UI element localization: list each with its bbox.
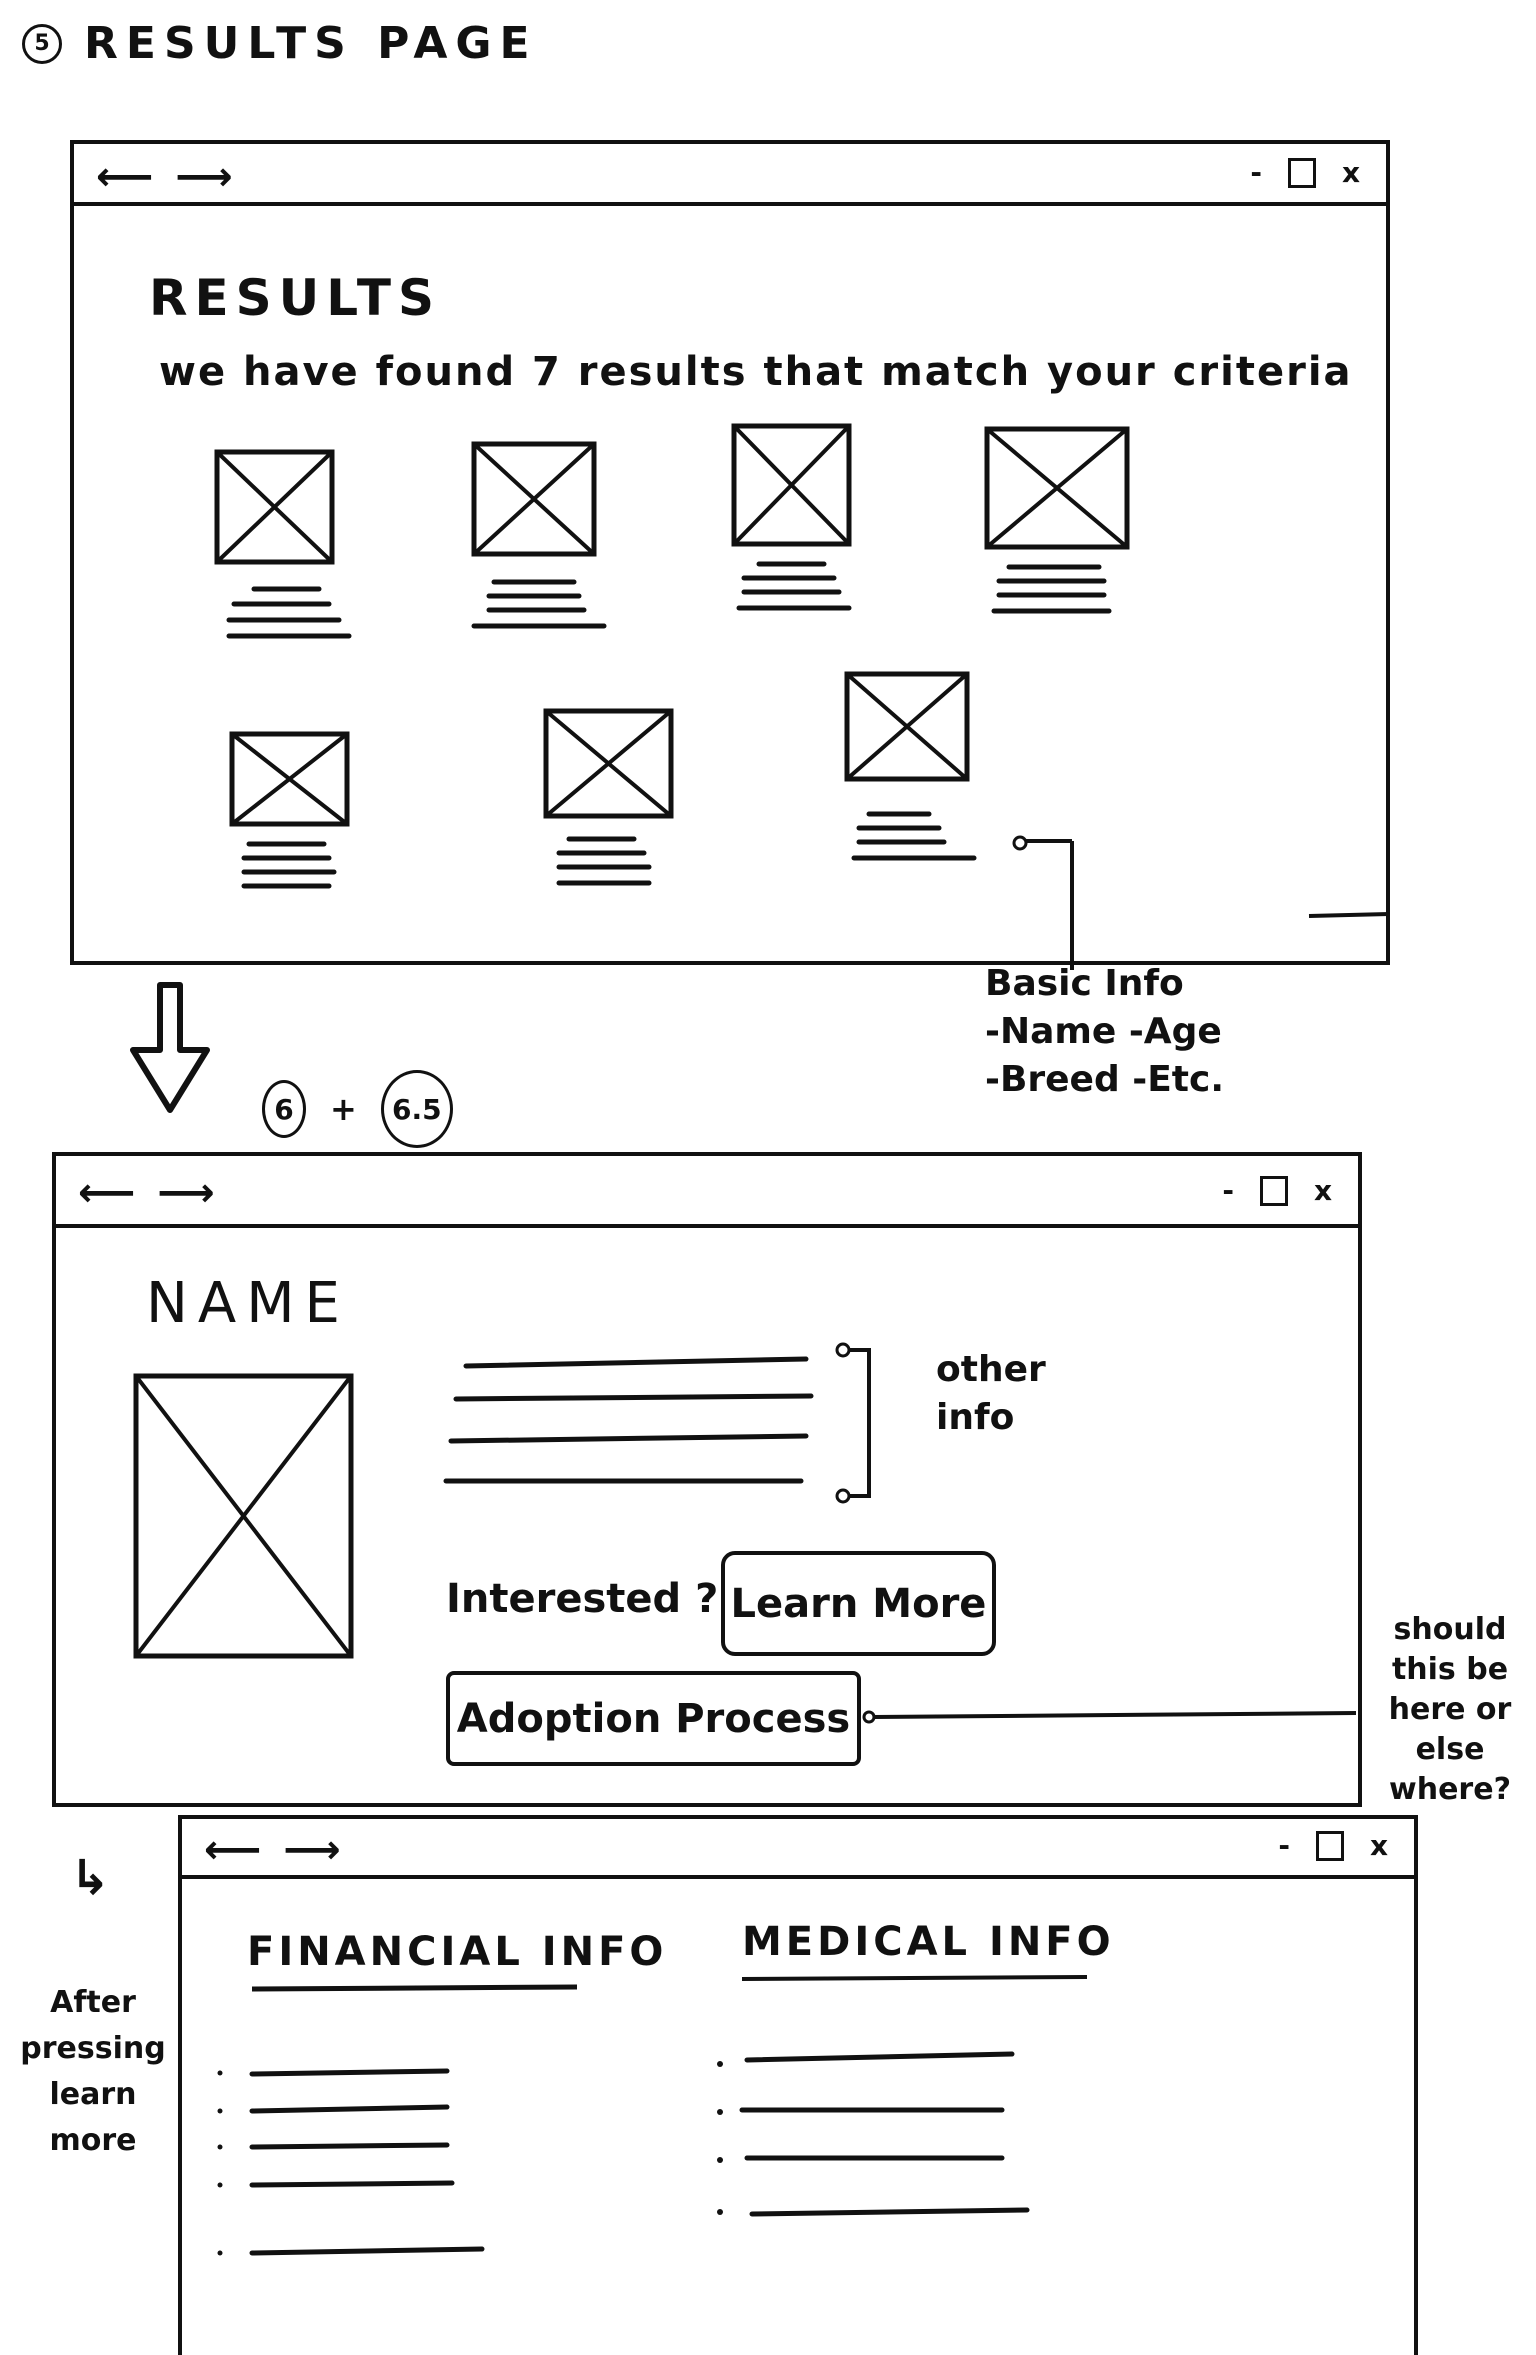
back-forward-arrows[interactable]: ⟵ ⟶ [204,1827,345,1873]
down-arrow-icon [130,982,210,1113]
learn-more-titlebar: ⟵ ⟶ - x [182,1819,1414,1879]
learn-more-button[interactable]: Learn More [721,1551,996,1656]
learn-more-window: ⟵ ⟶ - x FINANCIAL INFO MEDICAL INFO [178,1815,1418,2355]
maximize-icon[interactable] [1287,157,1316,188]
minimize-icon[interactable]: - [1250,156,1262,189]
financial-underline [251,1984,578,1992]
step-number: 5 [22,23,62,64]
step-6: 6 [262,1080,306,1138]
bracket-icon [835,1342,871,1504]
page-title: RESULTS PAGE [84,18,538,69]
window-controls: - x [1222,1174,1332,1207]
other-info-note: other info [936,1349,1046,1438]
basic-info-line2: -Breed -Etc. [985,1059,1225,1100]
basic-info-title: Basic Info [985,963,1184,1004]
after-pressing-note: After pressing learn more [20,1985,166,2158]
back-forward-arrows[interactable]: ⟵ ⟶ [96,154,237,200]
close-icon[interactable]: x [1342,156,1360,189]
image-placeholder-icon [984,426,1130,614]
image-placeholder-icon [229,731,350,889]
window-controls: - x [1278,1829,1388,1862]
annotation-connector [862,1710,1357,1724]
maximize-icon[interactable] [1259,1175,1288,1206]
medical-info-title: MEDICAL INFO [742,1919,1115,1965]
financial-info-list [217,2068,485,2256]
step-6-5: 6.5 [380,1070,453,1148]
results-window: ⟵ ⟶ - x RESULTS we have found 7 results … [70,140,1390,965]
result-card[interactable] [979,419,1139,633]
adoption-process-button[interactable]: Adoption Process [446,1671,861,1766]
arrow-to-window3: ↳ [70,1850,111,1906]
image-placeholder-icon [543,708,674,886]
financial-info-title: FINANCIAL INFO [247,1929,668,1975]
image-placeholder-icon [214,449,352,639]
minimize-icon[interactable]: - [1278,1829,1290,1862]
pet-name-heading: NAME [146,1271,350,1336]
result-card[interactable] [224,724,384,938]
basic-info-line1: -Name -Age [985,1011,1222,1052]
results-titlebar: ⟵ ⟶ - x [74,144,1386,206]
placement-question-note: should this be here or else where? [1388,1612,1512,1807]
detail-titlebar: ⟵ ⟶ - x [56,1156,1358,1228]
image-placeholder-icon [471,441,607,629]
interested-label: Interested ? [446,1576,719,1622]
medical-underline [741,1975,1088,1981]
close-icon[interactable]: x [1370,1829,1388,1862]
plus-sign: + [330,1090,357,1128]
close-icon[interactable]: x [1314,1174,1332,1207]
minimize-icon[interactable]: - [1222,1174,1234,1207]
maximize-icon[interactable] [1315,1830,1344,1861]
detail-window: ⟵ ⟶ - x NAME other info Interested ? Lea… [52,1152,1362,1807]
page-heading: 5 RESULTS PAGE [22,18,538,69]
result-card[interactable] [534,699,694,913]
results-title: RESULTS [149,269,441,327]
result-card[interactable] [209,444,369,658]
result-card[interactable] [839,664,999,888]
sketch-stroke [1308,912,1390,918]
result-card[interactable] [464,434,624,648]
info-lines [443,1356,814,1484]
result-card[interactable] [724,414,884,628]
transition-label: 6 + 6.5 [262,1070,453,1148]
window-controls: - x [1250,156,1360,189]
medical-info-list [717,2051,1030,2217]
back-forward-arrows[interactable]: ⟵ ⟶ [78,1170,219,1216]
image-placeholder-icon [844,671,977,861]
image-placeholder-icon [731,423,852,611]
annotation-connector [1012,835,1074,970]
basic-info-note: Basic Info -Name -Age -Breed -Etc. [985,960,1224,1104]
results-subtitle: we have found 7 results that match your … [159,349,1353,395]
pet-image-placeholder-icon [133,1373,354,1659]
